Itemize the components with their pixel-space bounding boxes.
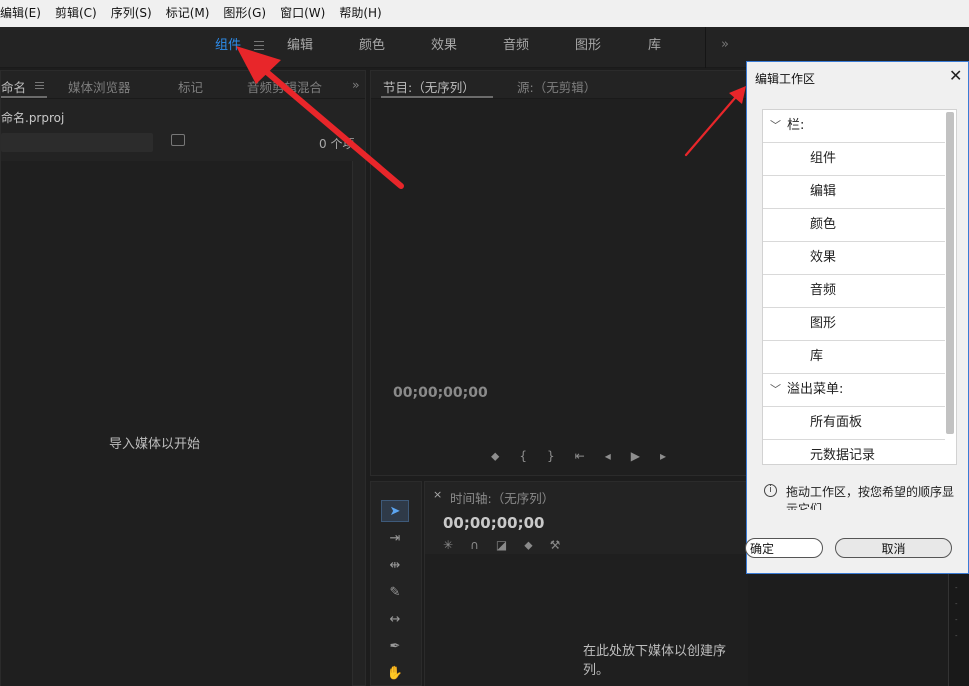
chevron-down-icon[interactable]: ﹀ [770, 374, 781, 406]
item-count: 0 个项 [319, 137, 355, 151]
mark-out-icon[interactable]: } [547, 449, 555, 465]
group-overflow-label: 溢出菜单: [787, 382, 844, 397]
wrench-icon[interactable]: ⚒ [550, 538, 561, 553]
list-scrollbar[interactable] [946, 112, 954, 434]
workspace-divider [705, 27, 706, 68]
pen-tool-icon[interactable]: ✒ [381, 635, 409, 657]
tab-source[interactable]: 源:（无剪辑） [517, 77, 596, 96]
dialog-hint: 拖动工作区，按您希望的顺序显示它们。 [786, 485, 955, 510]
menu-help[interactable]: 帮助(H) [332, 0, 388, 27]
project-tab-menu-icon[interactable] [35, 82, 44, 90]
menu-sequence[interactable]: 序列(S) [104, 0, 159, 27]
import-media-hint: 导入媒体以开始 [109, 437, 201, 452]
list-item[interactable]: 编辑 [763, 176, 945, 209]
add-marker-icon[interactable]: ⬥ [524, 538, 532, 553]
go-to-in-icon[interactable]: ⇤ [575, 449, 585, 465]
workspace-editing[interactable]: 编辑 [287, 27, 313, 68]
list-item[interactable]: 图形 [763, 308, 945, 341]
linked-selection-icon[interactable]: ◪ [496, 538, 507, 553]
menu-bar: 编辑(E) 剪辑(C) 序列(S) 标记(M) 图形(G) 窗口(W) 帮助(H… [0, 0, 969, 27]
step-back-icon[interactable]: ◂ [605, 449, 611, 465]
workspace-overflow-icon[interactable]: » [721, 37, 729, 52]
project-item-list[interactable] [1, 161, 353, 686]
list-item[interactable]: 效果 [763, 242, 945, 275]
timeline-panel: × 时间轴:（无序列） 00;00;00;00 ✳ ∩ ◪ ⬥ ⚒ 在此处放下媒… [424, 481, 748, 686]
workspace-assembly[interactable]: 组件 [215, 27, 241, 68]
menu-edit[interactable]: 编辑(E) [0, 0, 48, 27]
track-select-tool-icon[interactable]: ⇥ [381, 527, 409, 549]
timeline-toolbar: ✳ ∩ ◪ ⬥ ⚒ [443, 538, 560, 553]
menu-markers[interactable]: 标记(M) [159, 0, 217, 27]
program-monitor-panel: 节目:（无序列） 源:（无剪辑） 00;00;00;00 ⬥ { } ⇤ ◂ ▶… [370, 70, 755, 476]
nest-icon[interactable]: ✳ [443, 538, 453, 553]
workspace-libraries[interactable]: 库 [648, 27, 661, 68]
info-icon: i [764, 484, 777, 497]
step-forward-icon[interactable]: ▸ [660, 449, 666, 465]
tab-project[interactable]: 命名 [1, 77, 26, 96]
slip-tool-icon[interactable]: ↔ [381, 608, 409, 630]
list-item[interactable]: 颜色 [763, 209, 945, 242]
workspace-audio[interactable]: 音频 [503, 27, 529, 68]
workspace-graphics[interactable]: 图形 [575, 27, 601, 68]
tab-media-browser[interactable]: 媒体浏览器 [68, 77, 131, 96]
group-bar[interactable]: ﹀ 栏: [763, 110, 945, 143]
group-overflow-menu[interactable]: ﹀ 溢出菜单: [763, 374, 945, 407]
razor-tool-icon[interactable]: ✎ [381, 581, 409, 603]
cancel-button[interactable]: 取消 [835, 538, 952, 558]
transport-controls: ⬥ { } ⇤ ◂ ▶ ▸ [491, 449, 751, 465]
chevron-down-icon[interactable]: ﹀ [770, 110, 781, 142]
dialog-title: 编辑工作区 [755, 72, 816, 86]
edit-workspaces-dialog: 编辑工作区 ✕ ﹀ 栏: 组件 编辑 颜色 效果 音频 图形 库 ﹀ 溢出菜单: 所… [745, 61, 969, 574]
menu-graphics[interactable]: 图形(G) [216, 0, 273, 27]
list-item[interactable]: 组件 [763, 143, 945, 176]
active-tab-underline [1, 96, 47, 98]
close-icon[interactable]: ✕ [949, 66, 962, 85]
list-item[interactable]: 音频 [763, 275, 945, 308]
bin-folder-icon[interactable] [171, 134, 185, 146]
tab-audio-clip-mixer[interactable]: 音频剪辑混合 [247, 77, 329, 96]
list-item[interactable]: 元数据记录 [763, 440, 945, 464]
menu-window[interactable]: 窗口(W) [273, 0, 332, 27]
audio-meter-strip: ----- [948, 560, 969, 686]
workspace-menu-icon[interactable] [254, 41, 264, 51]
workspace-color[interactable]: 颜色 [359, 27, 385, 68]
drop-media-hint: 在此处放下媒体以创建序列。 [583, 644, 727, 678]
panel-overflow-icon[interactable]: » [352, 77, 360, 92]
workspace-effects[interactable]: 效果 [431, 27, 457, 68]
active-tab-underline [381, 96, 493, 98]
add-marker-icon[interactable]: ⬥ [491, 449, 499, 465]
project-panel: 命名 媒体浏览器 标记 音频剪辑混合 » 命名.prproj 0 个项 导入媒体… [0, 70, 366, 686]
hand-tool-icon[interactable]: ✋ [381, 662, 409, 684]
play-icon[interactable]: ▶ [631, 449, 640, 465]
project-search-input[interactable] [1, 133, 153, 152]
project-scrollbar[interactable] [357, 161, 367, 686]
tools-panel: ➤ ⇥ ⇹ ✎ ↔ ✒ ✋ [370, 481, 422, 686]
mark-in-icon[interactable]: { [519, 449, 527, 465]
monitor-tab-row: 节目:（无序列） 源:（无剪辑） [371, 71, 754, 99]
timeline-tab[interactable]: 时间轴:（无序列） [450, 488, 554, 507]
tab-markers[interactable]: 标记 [178, 77, 203, 96]
timeline-timecode[interactable]: 00;00;00;00 [443, 514, 545, 532]
menu-clip[interactable]: 剪辑(C) [48, 0, 104, 27]
list-item[interactable]: 所有面板 [763, 407, 945, 440]
list-item[interactable]: 库 [763, 341, 945, 374]
program-timecode[interactable]: 00;00;00;00 [393, 385, 488, 401]
timeline-close-icon[interactable]: × [433, 488, 442, 501]
snap-magnet-icon[interactable]: ∩ [470, 538, 479, 553]
workspace-order-list: ﹀ 栏: 组件 编辑 颜色 效果 音频 图形 库 ﹀ 溢出菜单: 所有面板 元数据记… [762, 109, 957, 465]
project-file-name: 命名.prproj [1, 111, 65, 125]
ripple-edit-tool-icon[interactable]: ⇹ [381, 554, 409, 576]
selection-tool-icon[interactable]: ➤ [381, 500, 409, 522]
project-tab-row: 命名 媒体浏览器 标记 音频剪辑混合 » [1, 71, 365, 99]
group-bar-label: 栏: [787, 118, 805, 133]
tab-program[interactable]: 节目:（无序列） [383, 77, 475, 96]
ok-button[interactable]: 确定 [745, 538, 823, 558]
